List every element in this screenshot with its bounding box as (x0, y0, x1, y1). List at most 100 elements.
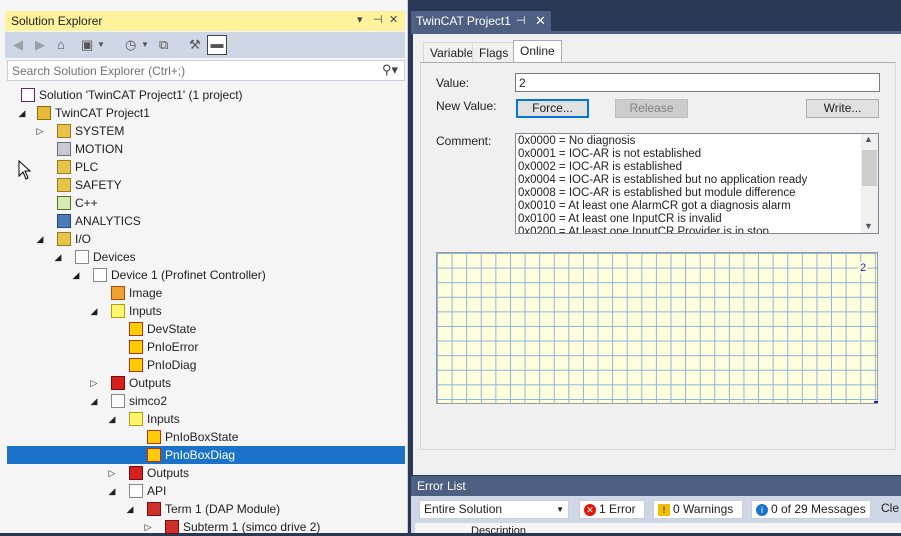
search-input[interactable]: Search Solution Explorer (Ctrl+;) ⚲▾ (7, 60, 405, 81)
value-graph (436, 252, 878, 404)
tree-item[interactable]: ◢ Inputs (7, 410, 405, 428)
comment-label: Comment: (436, 134, 492, 148)
comment-line: 0x0010 = At least one AlarmCR got a diag… (518, 200, 791, 212)
clear-button[interactable]: Cle (877, 500, 901, 519)
scope-dropdown[interactable]: Entire Solution ▼ (419, 500, 569, 519)
tree-item[interactable]: Image (7, 284, 405, 302)
tree-item[interactable]: ◢ simco2 (7, 392, 405, 410)
scroll-down-icon[interactable]: ▼ (864, 221, 873, 231)
tree-item[interactable]: ◢ API (7, 482, 405, 500)
chevron-down-icon[interactable]: ▼ (141, 37, 149, 53)
tree-item[interactable]: C++ (7, 194, 405, 212)
write-button[interactable]: Write... (806, 99, 879, 118)
tree-item-label: API (147, 484, 167, 498)
tree-item[interactable]: SAFETY (7, 176, 405, 194)
tree-item[interactable]: ▷ SYSTEM (7, 122, 405, 140)
tree-item-label: PLC (75, 160, 99, 174)
tree-item[interactable]: PnIoBoxState (7, 428, 405, 446)
error-list-title: Error List (417, 479, 466, 493)
tree-item[interactable]: ◢ Device 1 (Profinet Controller) (7, 266, 405, 284)
properties-wrench-icon[interactable]: ⚒ (189, 37, 201, 53)
tree-item-label: Device 1 (Profinet Controller) (111, 268, 266, 282)
term-icon (147, 502, 161, 516)
expand-arrow-icon[interactable]: ▷ (35, 122, 45, 140)
tree-item[interactable]: ◢ I/O (7, 230, 405, 248)
tree-item-label: Image (129, 286, 163, 300)
collapse-all-icon[interactable]: ⧉ (159, 37, 168, 53)
scope-value: Entire Solution (424, 502, 503, 516)
forward-icon[interactable]: ▶ (35, 37, 45, 53)
tree-item-label: DevState (147, 322, 197, 336)
comment-line: 0x0200 = At least one InputCR Provider i… (518, 226, 769, 234)
close-icon[interactable]: ✕ (389, 13, 398, 26)
pin-icon[interactable]: ⊣ (373, 13, 383, 26)
scroll-up-icon[interactable]: ▲ (864, 134, 873, 144)
expand-arrow-icon[interactable]: ▷ (107, 464, 117, 482)
comment-line: 0x0001 = IOC-AR is not established (518, 148, 702, 160)
collapse-arrow-icon[interactable]: ◢ (89, 302, 99, 320)
collapse-arrow-icon[interactable]: ◢ (89, 392, 99, 410)
value-text: 2 (519, 76, 526, 90)
expand-arrow-icon[interactable]: ▷ (143, 518, 153, 536)
pin-icon[interactable]: ⊣ (516, 14, 526, 27)
warnings-filter-button[interactable]: ! 0 Warnings (653, 500, 743, 519)
back-icon[interactable]: ◀ (13, 37, 23, 53)
comment-line: 0x0100 = At least one InputCR is invalid (518, 213, 722, 225)
errors-filter-button[interactable]: ✕ 1 Error (579, 500, 645, 519)
collapse-arrow-icon[interactable]: ◢ (53, 248, 63, 266)
collapse-arrow-icon[interactable]: ◢ (35, 230, 45, 248)
tree-item[interactable]: ANALYTICS (7, 212, 405, 230)
tree-item-label: Inputs (147, 412, 180, 426)
tab-twincat-project[interactable]: TwinCAT Project1 ⊣ ✕ (411, 11, 551, 31)
tree-item[interactable]: ◢ Inputs (7, 302, 405, 320)
collapse-arrow-icon[interactable]: ◢ (107, 482, 117, 500)
tree-item-label: I/O (75, 232, 92, 246)
tree-item[interactable]: PnIoDiag (7, 356, 405, 374)
tree-item[interactable]: PLC (7, 158, 405, 176)
tree-item[interactable]: ◢ Devices (7, 248, 405, 266)
inputs-icon (129, 412, 143, 426)
collapse-arrow-icon[interactable]: ◢ (17, 104, 27, 122)
tab-flags[interactable]: Flags (472, 42, 516, 63)
tree-item-label: simco2 (129, 394, 168, 408)
value-field[interactable]: 2 (515, 73, 880, 92)
variable-icon (129, 340, 143, 354)
outputs-icon (129, 466, 143, 480)
preview-icon[interactable]: ▬ (207, 35, 227, 55)
tree-item-label: PnIoBoxState (165, 430, 239, 444)
tree-item[interactable]: ▷ Subterm 1 (simco drive 2) (7, 518, 405, 536)
io-icon (57, 232, 71, 246)
comment-box[interactable]: 0x0000 = No diagnosis 0x0001 = IOC-AR is … (515, 133, 879, 234)
expand-arrow-icon[interactable]: ▷ (89, 374, 99, 392)
chevron-down-icon[interactable]: ▼ (97, 37, 105, 53)
scrollbar-thumb[interactable] (862, 150, 877, 186)
tree-item[interactable]: MOTION (7, 140, 405, 158)
search-icon[interactable]: ⚲▾ (382, 62, 398, 78)
release-button[interactable]: Release (615, 99, 688, 118)
close-icon[interactable]: ✕ (535, 13, 546, 29)
tree-item[interactable]: ▷ Outputs (7, 464, 405, 482)
pending-changes-icon[interactable]: ◷ (125, 37, 136, 53)
tab-online[interactable]: Online (513, 40, 562, 63)
dropdown-arrow-icon[interactable]: ▾ (357, 13, 363, 26)
force-button[interactable]: Force... (516, 99, 589, 118)
tree-item[interactable]: PnIoError (7, 338, 405, 356)
tree-item-label: PnIoDiag (147, 358, 197, 372)
tree-item[interactable]: PnIoBoxDiag (7, 446, 405, 464)
tree-item[interactable]: ◢ Term 1 (DAP Module) (7, 500, 405, 518)
collapse-arrow-icon[interactable]: ◢ (71, 266, 81, 284)
tree-item[interactable]: ◢ TwinCAT Project1 (7, 104, 405, 122)
messages-filter-button[interactable]: i0 of 29 Messages (751, 500, 871, 519)
tree-item-label: SAFETY (75, 178, 122, 192)
tree-item[interactable]: ▷ Outputs (7, 374, 405, 392)
info-icon: i (756, 503, 768, 516)
switch-views-icon[interactable]: ▣ (81, 37, 93, 53)
tree-item-label: Subterm 1 (simco drive 2) (183, 520, 321, 534)
collapse-arrow-icon[interactable]: ◢ (125, 500, 135, 518)
tree-item[interactable]: Solution 'TwinCAT Project1' (1 project) (7, 86, 405, 104)
collapse-arrow-icon[interactable]: ◢ (107, 410, 117, 428)
tree-item[interactable]: DevState (7, 320, 405, 338)
project-icon (37, 106, 51, 120)
variable-icon (129, 358, 143, 372)
home-icon[interactable]: ⌂ (57, 37, 65, 53)
